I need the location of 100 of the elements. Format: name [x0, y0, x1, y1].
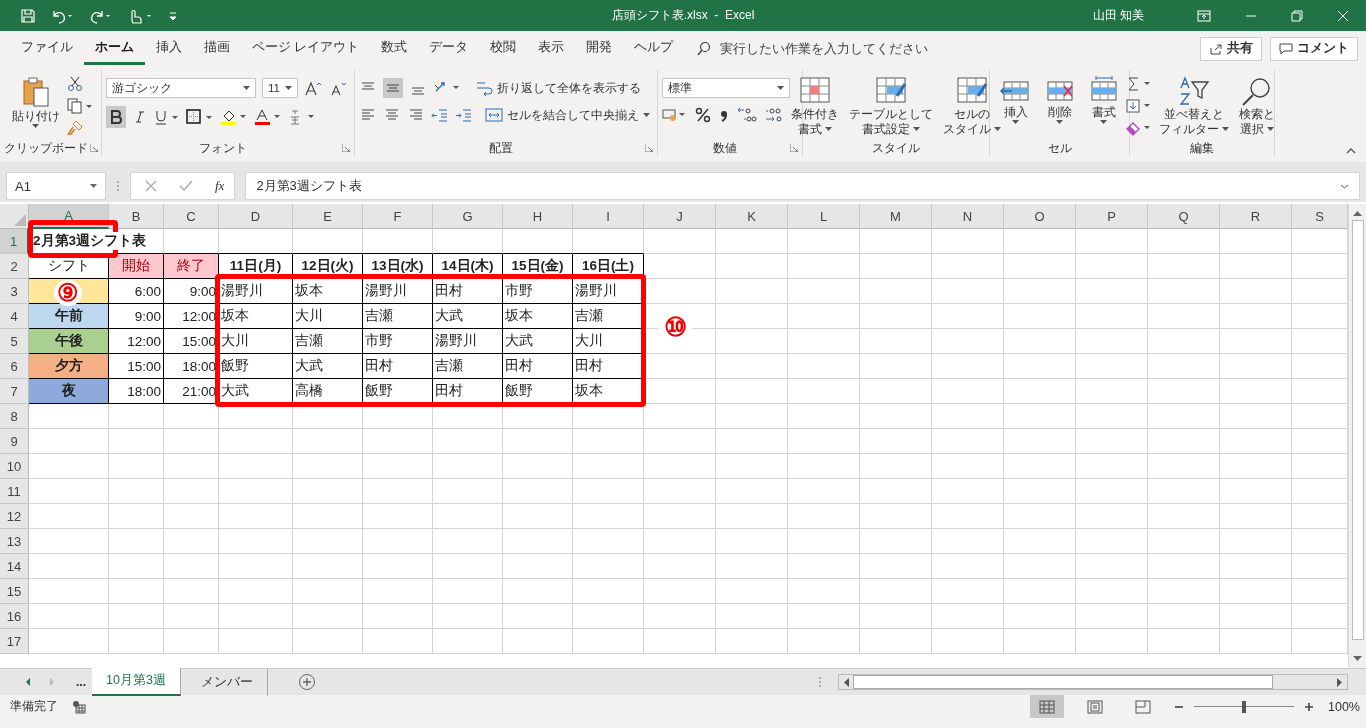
empty-cell[interactable]	[164, 529, 219, 554]
find-select-button[interactable]: 検索と 選択	[1236, 74, 1278, 138]
empty-cell[interactable]	[644, 229, 716, 254]
empty-cell[interactable]	[860, 429, 932, 454]
row-header[interactable]: 9	[0, 429, 29, 454]
row-header[interactable]: 6	[0, 354, 29, 379]
empty-cell[interactable]	[716, 379, 788, 404]
empty-cell[interactable]	[1076, 279, 1148, 304]
empty-cell[interactable]	[363, 554, 433, 579]
scissors-icon[interactable]	[66, 76, 83, 92]
empty-cell[interactable]	[1004, 229, 1076, 254]
empty-cell[interactable]	[644, 479, 716, 504]
empty-cell[interactable]	[860, 254, 932, 279]
column-header[interactable]: N	[932, 204, 1004, 229]
empty-cell[interactable]	[164, 604, 219, 629]
style-button[interactable]: テーブルとして 書式設定	[846, 74, 936, 138]
empty-cell[interactable]	[1076, 629, 1148, 654]
empty-cell[interactable]	[1220, 379, 1292, 404]
empty-cell[interactable]	[716, 479, 788, 504]
close-icon[interactable]	[1337, 9, 1349, 22]
insert-function-button[interactable]: fx	[215, 178, 225, 194]
empty-cell[interactable]	[293, 404, 363, 429]
empty-cell[interactable]	[1076, 554, 1148, 579]
empty-cell[interactable]	[1148, 329, 1220, 354]
empty-cell[interactable]	[1148, 479, 1220, 504]
empty-cell[interactable]	[363, 454, 433, 479]
empty-cell[interactable]	[164, 404, 219, 429]
empty-cell[interactable]	[788, 479, 860, 504]
empty-cell[interactable]	[573, 529, 644, 554]
empty-cell[interactable]	[1004, 529, 1076, 554]
empty-cell[interactable]	[1076, 304, 1148, 329]
currency-icon[interactable]	[662, 106, 688, 124]
empty-cell[interactable]	[219, 429, 293, 454]
empty-cell[interactable]	[716, 404, 788, 429]
empty-cell[interactable]	[644, 579, 716, 604]
empty-cell[interactable]	[1148, 354, 1220, 379]
empty-cell[interactable]	[433, 479, 503, 504]
empty-cell[interactable]	[503, 429, 573, 454]
empty-cell[interactable]	[1004, 504, 1076, 529]
row-header[interactable]: 3	[0, 279, 29, 304]
zoom-in-icon[interactable]	[1304, 701, 1314, 712]
empty-cell[interactable]	[1148, 254, 1220, 279]
more-sheets-button[interactable]: ...	[76, 675, 86, 689]
column-header[interactable]: E	[293, 204, 363, 229]
empty-cell[interactable]	[1220, 604, 1292, 629]
dialog-launcher-icon[interactable]	[645, 144, 653, 152]
row-header[interactable]: 1	[0, 229, 29, 254]
empty-cell[interactable]	[788, 329, 860, 354]
ribbon-tab[interactable]: 校閲	[479, 32, 528, 65]
empty-cell[interactable]	[293, 479, 363, 504]
empty-cell[interactable]	[573, 429, 644, 454]
row-header[interactable]: 14	[0, 554, 29, 579]
empty-cell[interactable]	[503, 454, 573, 479]
empty-cell[interactable]	[932, 629, 1004, 654]
empty-cell[interactable]	[1220, 629, 1292, 654]
empty-cell[interactable]	[433, 229, 503, 254]
restore-icon[interactable]	[1291, 9, 1303, 22]
increase-indent-icon[interactable]	[455, 106, 473, 124]
empty-cell[interactable]	[644, 529, 716, 554]
empty-cell[interactable]	[363, 604, 433, 629]
font-color-icon[interactable]	[254, 108, 282, 126]
empty-cell[interactable]	[716, 504, 788, 529]
row-header[interactable]: 17	[0, 629, 29, 654]
expand-icon[interactable]	[1340, 183, 1349, 189]
empty-cell[interactable]	[788, 229, 860, 254]
empty-cell[interactable]	[932, 379, 1004, 404]
empty-cell[interactable]	[293, 554, 363, 579]
eraser-icon[interactable]	[1126, 120, 1152, 136]
column-header[interactable]: J	[644, 204, 716, 229]
empty-cell[interactable]	[219, 454, 293, 479]
dialog-launcher-icon[interactable]	[790, 144, 798, 152]
empty-cell[interactable]	[932, 229, 1004, 254]
autosum-icon[interactable]	[1126, 76, 1152, 92]
empty-cell[interactable]	[716, 529, 788, 554]
empty-cell[interactable]	[860, 604, 932, 629]
empty-cell[interactable]	[503, 229, 573, 254]
empty-cell[interactable]	[1220, 229, 1292, 254]
empty-cell[interactable]	[644, 504, 716, 529]
empty-cell[interactable]	[293, 229, 363, 254]
empty-cell[interactable]	[716, 354, 788, 379]
empty-cell[interactable]	[860, 529, 932, 554]
empty-cell[interactable]	[1220, 479, 1292, 504]
empty-cell[interactable]	[573, 479, 644, 504]
empty-cell[interactable]	[1148, 529, 1220, 554]
ribbon-tab[interactable]: 開発	[575, 32, 624, 65]
empty-cell[interactable]	[109, 604, 164, 629]
empty-cell[interactable]	[860, 229, 932, 254]
cell-button[interactable]: 削除	[1039, 74, 1080, 126]
row-header[interactable]: 15	[0, 579, 29, 604]
empty-cell[interactable]	[109, 529, 164, 554]
empty-cell[interactable]	[932, 529, 1004, 554]
empty-cell[interactable]	[293, 429, 363, 454]
empty-cell[interactable]	[644, 629, 716, 654]
empty-cell[interactable]	[109, 404, 164, 429]
empty-cell[interactable]	[433, 504, 503, 529]
empty-cell[interactable]	[573, 579, 644, 604]
empty-cell[interactable]	[716, 579, 788, 604]
empty-cell[interactable]	[363, 504, 433, 529]
empty-cell[interactable]	[1220, 579, 1292, 604]
empty-cell[interactable]	[164, 504, 219, 529]
